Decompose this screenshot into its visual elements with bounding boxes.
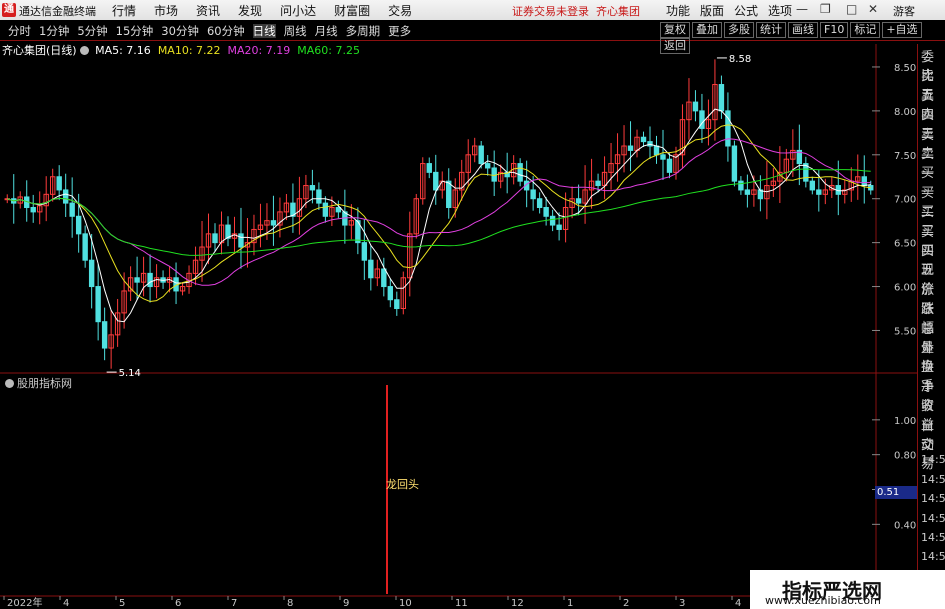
- candle-body: [549, 215, 556, 226]
- candle-body: [62, 189, 69, 204]
- y-tick-label: 5.50: [894, 326, 916, 337]
- candle-body: [30, 207, 36, 213]
- candle-body: [426, 163, 432, 173]
- candle-body: [478, 145, 484, 165]
- indicator-settings-icon[interactable]: [5, 379, 14, 388]
- candle-body: [660, 154, 666, 160]
- y-tick-label: 7.00: [894, 195, 916, 206]
- candle-body: [95, 286, 101, 323]
- x-tick-label: 4: [735, 598, 741, 609]
- candle-body: [212, 233, 218, 244]
- y-tick-label: 8.50: [894, 63, 916, 74]
- x-tick-label: 11: [455, 598, 468, 609]
- annotation-label: 5.14: [119, 368, 141, 379]
- x-tick-label: 9: [343, 598, 349, 609]
- x-tick-label: 7: [231, 598, 237, 609]
- y-tick-label: 6.00: [894, 283, 916, 294]
- quote-field-label: 14:56: [921, 453, 945, 467]
- candle-body: [809, 180, 816, 191]
- candle-body: [446, 180, 452, 209]
- y-tick-label: 0.40: [894, 520, 916, 531]
- candle-body: [556, 224, 562, 230]
- candle-body: [134, 277, 140, 283]
- candle-body: [270, 220, 277, 226]
- candle-body: [394, 299, 400, 310]
- candle-body: [595, 180, 601, 187]
- quote-field-label: 14:56: [921, 492, 945, 506]
- candle-body: [861, 176, 867, 187]
- candle-body: [530, 189, 536, 200]
- x-tick-label: 5: [119, 598, 125, 609]
- candle-body: [575, 198, 582, 204]
- candle-body: [738, 180, 744, 191]
- x-tick-label: 4: [63, 598, 69, 609]
- quote-panel: 委比 卖五 卖四 卖三 卖二 卖一 买一 买二 买三 买四 买五 现价 涨跌 涨幅 总量 外盘 换手 净资 收益 自动…: [917, 44, 945, 609]
- x-tick-label: 8: [287, 598, 293, 609]
- candle-body: [517, 163, 523, 182]
- candle-body: [640, 136, 647, 143]
- candle-body: [816, 189, 822, 195]
- candle-body: [744, 189, 751, 195]
- candle-body: [718, 84, 725, 112]
- candle-body: [322, 202, 329, 217]
- candle-body: [316, 189, 322, 204]
- quote-field-label: 14:56: [921, 472, 945, 486]
- x-tick-label: 3: [679, 598, 685, 609]
- candle-body: [666, 158, 673, 173]
- x-tick-label: 12: [511, 598, 524, 609]
- candle-body: [381, 268, 387, 288]
- quote-field-label: 14:56: [921, 511, 945, 525]
- candle-body: [653, 145, 660, 156]
- y-tick-label: 8.00: [894, 107, 916, 118]
- signal-label: 龙回头: [386, 478, 419, 491]
- kline-chart[interactable]: 5.506.006.507.007.508.008.500.400.600.80…: [0, 0, 945, 609]
- current-value-tag: 0.51: [875, 486, 919, 499]
- y-tick-label: 0.80: [894, 451, 916, 462]
- annotation-label: 8.58: [729, 54, 751, 65]
- candle-body: [238, 233, 244, 248]
- quote-field-label: 14:56: [921, 531, 945, 544]
- indicator-name: 股朋指标网: [17, 377, 72, 390]
- indicator-title: 股朋指标网: [2, 375, 72, 391]
- candle-body: [75, 215, 82, 235]
- quote-field-label: 14:56: [921, 550, 945, 564]
- candle-body: [387, 286, 394, 301]
- candle-body: [309, 185, 316, 191]
- x-tick-label: 1: [567, 598, 573, 609]
- candle-body: [101, 321, 108, 349]
- candle-body: [56, 176, 62, 191]
- candle-body: [484, 163, 491, 169]
- x-tick-label: 6: [175, 598, 181, 609]
- candle-body: [361, 242, 368, 261]
- x-tick-label: 10: [399, 598, 412, 609]
- candle-body: [368, 259, 374, 279]
- candle-body: [69, 202, 75, 217]
- x-tick-label: 2022年: [7, 596, 42, 609]
- candle-body: [335, 207, 342, 213]
- candle-body: [433, 171, 439, 191]
- candle-body: [543, 207, 549, 217]
- candle-body: [731, 145, 738, 182]
- x-tick-label: 2: [623, 598, 629, 609]
- candle-body: [692, 101, 699, 112]
- y-tick-label: 7.50: [894, 151, 916, 162]
- candle-body: [536, 198, 543, 209]
- candle-body: [82, 233, 88, 261]
- candle-body: [147, 272, 153, 288]
- y-tick-label: 1.00: [894, 416, 916, 427]
- y-tick-label: 6.50: [894, 239, 916, 250]
- watermark-url: www.xuezhibiao.com: [765, 594, 881, 607]
- candle-body: [627, 145, 634, 151]
- candle-body: [88, 259, 95, 288]
